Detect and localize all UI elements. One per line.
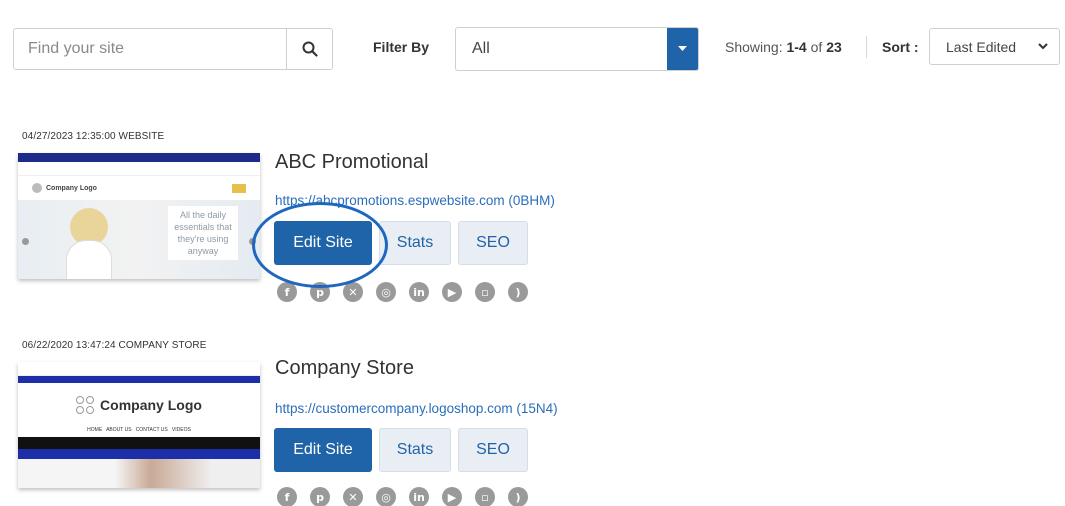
site-meta: 04/27/2023 12:35:00 WEBSITE [22,131,165,142]
thumb-tagline: All the daily essentials that they're us… [168,206,238,260]
site-name[interactable]: Company Store [275,357,414,380]
thumb-logo: Company Logo [100,397,202,413]
filter-dropdown-button[interactable] [667,28,698,70]
search-icon [302,41,318,57]
stats-button[interactable]: Stats [379,428,451,472]
rss-icon[interactable]: ) [508,282,528,302]
highlight-annotation [252,202,388,288]
blog-icon[interactable]: ▫ [475,282,495,302]
sort-label: Sort : [882,39,919,55]
site-name[interactable]: ABC Promotional [275,151,428,174]
caret-down-icon [678,46,687,51]
sort-value: Last Edited [946,38,1017,55]
thumb-nav: HOME ABOUT US CONTACT US VIDEOS [87,427,191,433]
youtube-icon[interactable]: ▶ [442,487,462,506]
site-thumbnail[interactable]: Company Logo All the daily essentials th… [18,153,260,279]
filter-value: All [472,40,490,57]
sort-select[interactable]: Last Edited [929,28,1060,65]
seo-button[interactable]: SEO [458,221,528,265]
blog-icon[interactable]: ▫ [475,487,495,506]
rss-icon[interactable]: ) [508,487,528,506]
x-icon[interactable]: ✕ [343,487,363,506]
showing-total: 23 [826,39,842,55]
instagram-icon[interactable]: ◎ [376,487,396,506]
youtube-icon[interactable]: ▶ [442,282,462,302]
showing-of: of [810,39,823,55]
search-button[interactable] [286,29,332,69]
x-icon[interactable]: ✕ [343,282,363,302]
edit-site-button[interactable]: Edit Site [274,428,372,472]
filter-select[interactable]: All [455,27,699,71]
social-icons: f p ✕ ◎ in ▶ ▫ ) [277,487,528,506]
instagram-icon[interactable]: ◎ [376,282,396,302]
site-url[interactable]: https://customercompany.logoshop.com (15… [275,401,558,416]
linkedin-icon[interactable]: in [409,487,429,506]
seo-button[interactable]: SEO [458,428,528,472]
chevron-down-icon [1038,43,1048,50]
stats-button[interactable]: Stats [379,221,451,265]
divider [866,36,867,58]
filter-label: Filter By [373,39,430,55]
thumb-logo: Company Logo [46,184,97,192]
site-thumbnail[interactable]: Company Logo HOME ABOUT US CONTACT US VI… [18,362,260,488]
facebook-icon[interactable]: f [277,487,297,506]
linkedin-icon[interactable]: in [409,282,429,302]
search-box [13,28,333,70]
search-input[interactable] [14,29,286,69]
pinterest-icon[interactable]: p [310,487,330,506]
facebook-icon[interactable]: f [277,282,297,302]
site-meta: 06/22/2020 13:47:24 COMPANY STORE [22,340,207,351]
showing-range: 1-4 [786,39,807,55]
showing-prefix: Showing: [725,39,783,55]
showing-count: Showing: 1-4 of 23 [725,39,842,55]
